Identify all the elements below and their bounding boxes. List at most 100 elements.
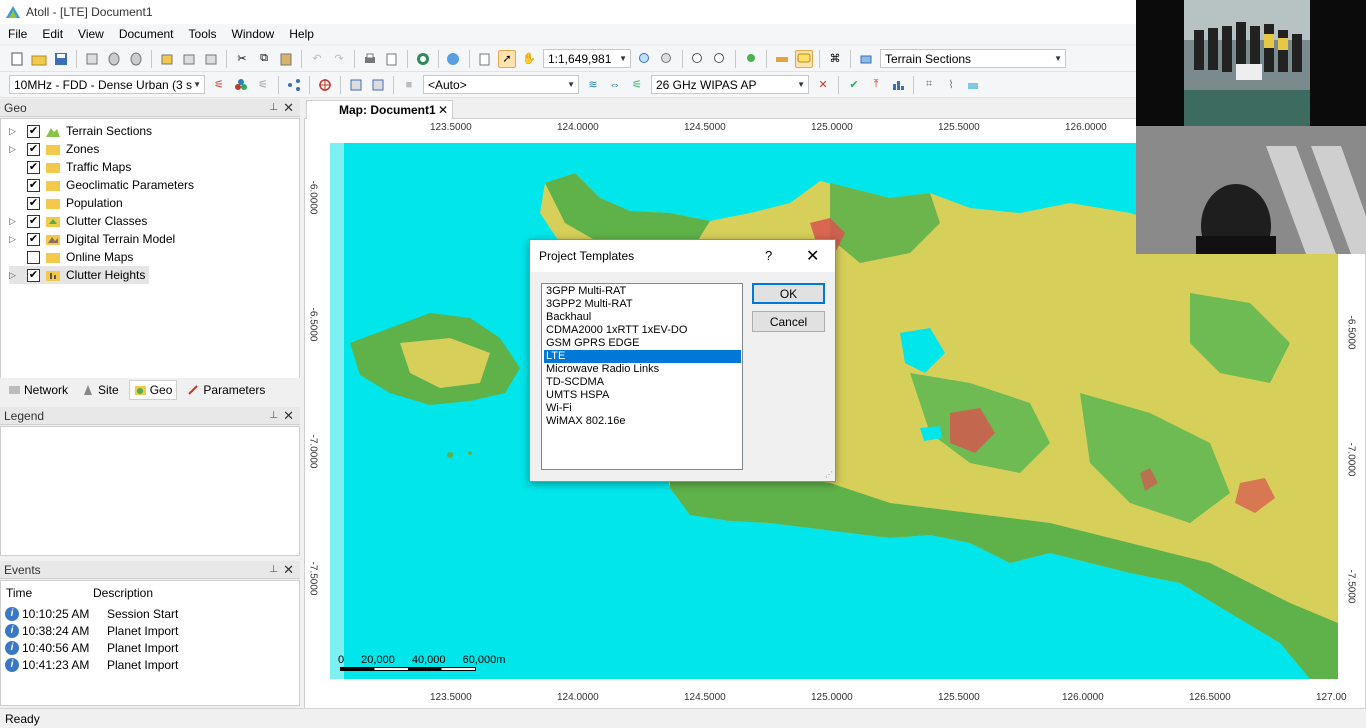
scale-combo[interactable]: 1:1,649,981 ▼ (543, 49, 631, 68)
site-marker-icon[interactable] (742, 50, 760, 68)
pin-icon[interactable]: ⊥ (269, 410, 278, 421)
map-document-tab[interactable]: Map: Document1 ✕ (306, 100, 453, 119)
network-combo[interactable]: 10MHz - FDD - Dense Urban (3 sec ▼ (9, 75, 205, 94)
template-item[interactable]: GSM GPRS EDGE (544, 337, 741, 350)
template-item[interactable]: 3GPP Multi-RAT (544, 285, 741, 298)
close-tab-icon[interactable]: ✕ (438, 103, 448, 117)
tree-item-geoclimatic-parameters[interactable]: ✔ Geoclimatic Parameters (9, 176, 194, 194)
profile-icon[interactable]: ⤒ (867, 76, 885, 94)
drive-test-icon[interactable]: ⌗ (920, 76, 938, 94)
template-icon[interactable] (83, 50, 101, 68)
tree-item-clutter-classes[interactable]: ▷ ✔ Clutter Classes (9, 212, 147, 230)
transmitter-icon[interactable]: ⚟ (254, 76, 272, 94)
checkbox[interactable]: ✔ (27, 268, 40, 282)
layer-stack-icon[interactable] (964, 76, 982, 94)
paste-icon[interactable] (277, 50, 295, 68)
cut-icon[interactable]: ✂ (233, 50, 251, 68)
menu-edit[interactable]: Edit (42, 27, 63, 41)
antenna-icon[interactable]: ⚟ (210, 76, 228, 94)
auto-combo[interactable]: <Auto> ▼ (423, 75, 579, 94)
pan-hand-icon[interactable]: ✋ (520, 50, 538, 68)
pin-icon[interactable]: ⊥ (269, 564, 278, 575)
tooltip-icon[interactable] (795, 49, 813, 68)
binoculars-icon[interactable]: ⌘ (826, 50, 844, 68)
stop-icon[interactable]: ■ (400, 76, 418, 94)
check-site-icon[interactable]: ✔ (845, 76, 863, 94)
template-item[interactable]: UMTS HSPA (544, 389, 741, 402)
measurement-icon[interactable]: ⌇ (942, 76, 960, 94)
checkbox[interactable]: ✔ (27, 196, 40, 210)
target-icon[interactable] (414, 50, 432, 68)
tree-item-clutter-heights[interactable]: ▷ ✔ Clutter Heights (9, 266, 150, 284)
event-row[interactable]: i 10:38:24 AM Planet Import (5, 622, 178, 639)
template-item[interactable]: Microwave Radio Links (544, 363, 741, 376)
import-icon[interactable] (158, 50, 176, 68)
checkbox[interactable]: ✔ (27, 232, 40, 246)
tree-item-traffic-maps[interactable]: ✔ Traffic Maps (9, 158, 131, 176)
document-arrow-icon[interactable] (476, 50, 494, 68)
checkbox[interactable]: ✔ (27, 178, 40, 192)
template-item[interactable]: WiMAX 802.16e (544, 415, 741, 428)
close-icon[interactable]: ✕ (283, 562, 294, 578)
crosshair-icon[interactable] (316, 76, 334, 94)
calculate-icon[interactable] (347, 76, 365, 94)
template-item[interactable]: Wi-Fi (544, 402, 741, 415)
histogram-icon[interactable] (889, 76, 907, 94)
zoom-previous-icon[interactable] (711, 50, 729, 68)
print-preview-icon[interactable] (383, 50, 401, 68)
print-icon[interactable] (361, 50, 379, 68)
ok-button[interactable]: OK (752, 283, 825, 304)
select-pointer-icon[interactable]: ➚ (498, 49, 516, 68)
zoom-out-icon[interactable] (658, 50, 676, 68)
column-header-description[interactable]: Description (93, 586, 153, 600)
zoom-window-icon[interactable] (689, 50, 707, 68)
help-button[interactable]: ? (765, 248, 772, 263)
open-folder-icon[interactable] (30, 50, 48, 68)
checkbox[interactable]: ✔ (27, 160, 40, 174)
resize-grip-icon[interactable]: ⋰ (825, 470, 833, 479)
point-analysis-icon[interactable]: ✕ (814, 76, 832, 94)
pin-icon[interactable]: ⊥ (269, 102, 278, 113)
redo-icon[interactable]: ↷ (330, 50, 348, 68)
template-item[interactable]: Backhaul (544, 311, 741, 324)
zoom-in-icon[interactable] (636, 50, 654, 68)
tree-item-population[interactable]: ✔ Population (9, 194, 123, 212)
calculate-all-icon[interactable] (369, 76, 387, 94)
copy-icon[interactable]: ⧉ (255, 50, 273, 68)
tab-parameters[interactable]: Parameters (183, 381, 269, 399)
archive-icon[interactable] (127, 50, 145, 68)
undo-icon[interactable]: ↶ (308, 50, 326, 68)
templates-listbox[interactable]: 3GPP Multi-RAT 3GPP2 Multi-RAT Backhaul … (541, 283, 743, 470)
menu-document[interactable]: Document (119, 27, 174, 41)
template-item-selected[interactable]: LTE (544, 350, 741, 363)
expand-icon[interactable]: ▷ (9, 270, 19, 281)
template-item[interactable]: TD-SCDMA (544, 376, 741, 389)
event-row[interactable]: i 10:41:23 AM Planet Import (5, 656, 178, 673)
event-row[interactable]: i 10:40:56 AM Planet Import (5, 639, 178, 656)
tree-item-zones[interactable]: ▷ ✔ Zones (9, 140, 99, 158)
expand-icon[interactable]: ▷ (9, 126, 19, 137)
radio-combo[interactable]: 26 GHz WIPAS AP ▼ (651, 75, 809, 94)
menu-tools[interactable]: Tools (189, 27, 217, 41)
column-header-time[interactable]: Time (6, 586, 93, 600)
ruler-icon[interactable] (773, 50, 791, 68)
layers-icon[interactable] (857, 50, 875, 68)
refresh-db-icon[interactable] (105, 50, 123, 68)
checkbox[interactable]: ✔ (27, 214, 40, 228)
expand-icon[interactable]: ▷ (9, 234, 19, 245)
globe-refresh-icon[interactable] (445, 50, 463, 68)
template-item[interactable]: 3GPP2 Multi-RAT (544, 298, 741, 311)
menu-file[interactable]: File (8, 27, 27, 41)
cancel-button[interactable]: Cancel (752, 311, 825, 332)
tab-geo[interactable]: Geo (128, 380, 178, 400)
checkbox[interactable]: ✔ (27, 124, 40, 138)
event-row[interactable]: i 10:10:25 AM Session Start (5, 605, 178, 622)
signal-icon[interactable]: ≋ (584, 76, 602, 94)
close-icon[interactable]: ✕ (283, 100, 294, 116)
menu-help[interactable]: Help (289, 27, 314, 41)
menu-view[interactable]: View (78, 27, 104, 41)
expand-icon[interactable]: ▷ (9, 216, 19, 227)
tab-network[interactable]: Network (4, 381, 72, 399)
template-item[interactable]: CDMA2000 1xRTT 1xEV-DO (544, 324, 741, 337)
microwave-link-icon[interactable]: ⇔ (606, 76, 624, 94)
